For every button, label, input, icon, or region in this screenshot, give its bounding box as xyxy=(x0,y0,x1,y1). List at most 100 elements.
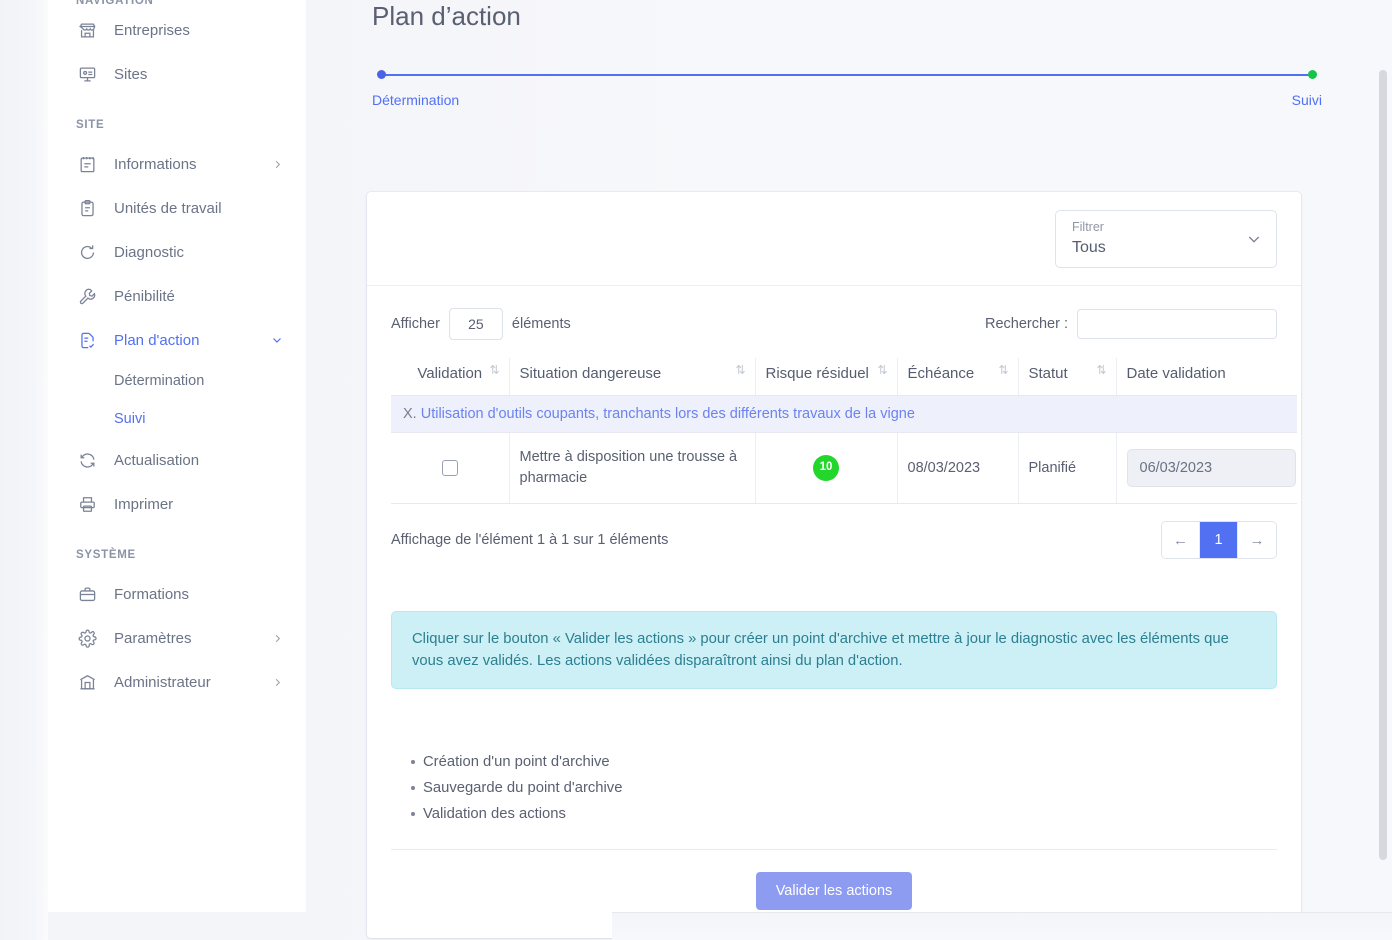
column-header-echeance[interactable]: ⇅ Échéance xyxy=(897,358,1018,396)
sidebar-item-sites[interactable]: Sites xyxy=(48,52,306,96)
sidebar-item-label: Administrateur xyxy=(114,674,270,691)
workflow-progress: Détermination Suivi xyxy=(372,62,1322,122)
pagination-info: Affichage de l'élément 1 à 1 sur 1 éléme… xyxy=(391,532,668,548)
datatable-area: Afficher éléments Rechercher : ⇅ xyxy=(367,286,1301,559)
app-root: NAVIGATION Entreprises Sites SI xyxy=(0,0,1392,940)
chevron-right-icon xyxy=(270,157,284,171)
page-title: Plan d’action xyxy=(306,0,521,32)
pagination-page-1-button[interactable]: 1 xyxy=(1200,522,1238,558)
sidebar-section-navigation: NAVIGATION xyxy=(48,0,306,8)
sidebar-item-label: Imprimer xyxy=(114,496,284,513)
sidebar-item-administrateur[interactable]: Administrateur xyxy=(48,660,306,704)
date-validation-input[interactable] xyxy=(1127,449,1296,487)
show-entries-input[interactable] xyxy=(449,308,503,340)
progress-dot-determination[interactable] xyxy=(377,70,386,79)
store-icon xyxy=(76,19,98,41)
risk-badge: 10 xyxy=(813,455,839,481)
group-row-index: X. xyxy=(403,406,417,422)
table-row: Mettre à disposition une trousse à pharm… xyxy=(391,433,1297,504)
sidebar-item-label: Paramètres xyxy=(114,630,270,647)
sidebar-item-diagnostic[interactable]: Diagnostic xyxy=(48,230,306,274)
show-entries-control: Afficher éléments xyxy=(391,308,571,340)
refresh-circle-icon xyxy=(76,241,98,263)
sidebar-item-label: Diagnostic xyxy=(114,244,284,261)
show-entries-prefix: Afficher xyxy=(391,316,440,332)
cell-situation-dangereuse: Mettre à disposition une trousse à pharm… xyxy=(509,433,755,504)
valider-les-actions-button[interactable]: Valider les actions xyxy=(756,872,913,910)
card-toolbar: Filtrer Tous xyxy=(367,192,1301,286)
chevron-down-icon xyxy=(1246,231,1262,252)
list-item: Validation des actions xyxy=(411,801,1277,827)
column-header-label: Échéance xyxy=(908,365,975,382)
briefcase-icon xyxy=(76,583,98,605)
sidebar-subitem-suivi[interactable]: Suivi xyxy=(48,400,306,438)
sidebar-section-site: SITE xyxy=(48,118,306,132)
sort-icon[interactable]: ⇅ xyxy=(998,364,1008,376)
sidebar-item-penibilite[interactable]: Pénibilité xyxy=(48,274,306,318)
search-input[interactable] xyxy=(1077,309,1277,339)
page-bottom-edge xyxy=(612,912,1392,940)
sidebar-item-informations[interactable]: Informations xyxy=(48,142,306,186)
progress-label-determination[interactable]: Détermination xyxy=(372,92,459,108)
sidebar-item-label: Formations xyxy=(114,586,284,603)
sidebar-item-label: Sites xyxy=(114,66,284,83)
progress-label-suivi[interactable]: Suivi xyxy=(1292,92,1322,108)
chevron-right-icon xyxy=(270,675,284,689)
file-check-icon xyxy=(76,329,98,351)
sidebar-item-label: Informations xyxy=(114,156,270,173)
sort-icon[interactable]: ⇅ xyxy=(489,364,499,376)
column-header-label: Validation xyxy=(417,365,482,382)
bank-icon xyxy=(76,671,98,693)
actions-table: ⇅ Validation ⇅ Situation dangereuse ⇅ Ri… xyxy=(391,358,1297,504)
sort-icon[interactable]: ⇅ xyxy=(735,364,745,376)
sidebar-subitem-determination[interactable]: Détermination xyxy=(48,362,306,400)
column-header-validation[interactable]: ⇅ Validation xyxy=(391,358,509,396)
column-header-statut[interactable]: ⇅ Statut xyxy=(1018,358,1116,396)
scrollbar-thumb[interactable] xyxy=(1379,70,1387,860)
sidebar-item-formations[interactable]: Formations xyxy=(48,572,306,616)
column-header-label: Date validation xyxy=(1127,365,1226,382)
table-body: X. Utilisation d'outils coupants, tranch… xyxy=(391,396,1297,504)
sync-icon xyxy=(76,449,98,471)
sidebar-item-actualisation[interactable]: Actualisation xyxy=(48,438,306,482)
chevron-down-icon xyxy=(270,333,284,347)
chevron-right-icon xyxy=(270,631,284,645)
gear-icon xyxy=(76,627,98,649)
filter-select[interactable]: Filtrer Tous xyxy=(1055,210,1277,268)
column-header-label: Statut xyxy=(1029,365,1068,382)
show-entries-suffix: éléments xyxy=(512,316,571,332)
sidebar-item-label: Plan d'action xyxy=(114,332,270,349)
sidebar-item-imprimer[interactable]: Imprimer xyxy=(48,482,306,526)
sidebar-item-parametres[interactable]: Paramètres xyxy=(48,616,306,660)
validation-steps-list: Création d'un point d'archive Sauvegarde… xyxy=(391,749,1277,827)
pagination-prev-button[interactable]: ← xyxy=(1162,522,1200,558)
column-header-label: Situation dangereuse xyxy=(520,365,662,382)
filter-value: Tous xyxy=(1072,236,1262,260)
sidebar-section-systeme: SYSTÈME xyxy=(48,548,306,562)
card-actions: Valider les actions xyxy=(367,872,1301,910)
progress-dot-suivi[interactable] xyxy=(1308,70,1317,79)
column-header-risque-residuel[interactable]: ⇅ Risque résiduel xyxy=(755,358,897,396)
progress-labels: Détermination Suivi xyxy=(372,92,1322,108)
pagination-next-button[interactable]: → xyxy=(1238,522,1276,558)
validation-checkbox[interactable] xyxy=(442,460,458,476)
table-group-row[interactable]: X. Utilisation d'outils coupants, tranch… xyxy=(391,396,1297,433)
cell-date-validation xyxy=(1116,433,1297,504)
left-rail-gutter xyxy=(0,0,48,940)
sort-icon[interactable]: ⇅ xyxy=(1096,364,1106,376)
monitor-icon xyxy=(76,63,98,85)
group-row-text[interactable]: Utilisation d'outils coupants, tranchant… xyxy=(421,406,915,422)
sidebar-item-plan-d-action[interactable]: Plan d'action xyxy=(48,318,306,362)
sidebar-item-unites-de-travail[interactable]: Unités de travail xyxy=(48,186,306,230)
column-header-date-validation[interactable]: Date validation xyxy=(1116,358,1297,396)
sort-icon[interactable]: ⇅ xyxy=(877,364,887,376)
sidebar-subitem-label: Suivi xyxy=(114,411,145,427)
main-content: Plan d’action Détermination Suivi Filtre… xyxy=(306,0,1392,940)
action-plan-card: Filtrer Tous Afficher éléments Recherch xyxy=(367,192,1301,938)
sidebar-item-entreprises[interactable]: Entreprises xyxy=(48,8,306,52)
column-header-situation-dangereuse[interactable]: ⇅ Situation dangereuse xyxy=(509,358,755,396)
progress-line xyxy=(381,74,1313,76)
cell-risque-residuel: 10 xyxy=(755,433,897,504)
page-scrollbar[interactable] xyxy=(1379,0,1387,940)
wrench-icon xyxy=(76,285,98,307)
